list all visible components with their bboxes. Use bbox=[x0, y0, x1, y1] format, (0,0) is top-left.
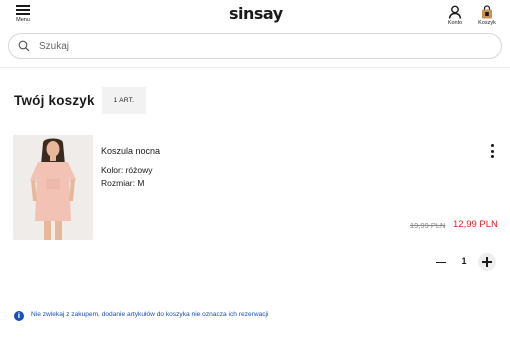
decrease-quantity-button[interactable] bbox=[434, 255, 448, 269]
minus-icon bbox=[436, 261, 446, 263]
top-header: Menu sinsay Konto Koszyk bbox=[0, 0, 510, 32]
quantity-value: 1 bbox=[461, 256, 467, 266]
cart-button[interactable]: Koszyk bbox=[474, 5, 500, 26]
product-name[interactable]: Koszula nocna bbox=[101, 146, 160, 156]
reservation-info-message: Nie zwlekaj z zakupem, dodanie artykułów… bbox=[31, 311, 269, 318]
cart-label: Koszyk bbox=[478, 20, 496, 26]
original-price: 19,99 PLN bbox=[410, 221, 446, 230]
product-size: Rozmiar: M bbox=[101, 178, 145, 188]
search-input[interactable] bbox=[39, 38, 479, 54]
sinsay-logo[interactable]: sinsay bbox=[229, 4, 283, 23]
product-image[interactable] bbox=[13, 135, 93, 240]
more-options-button[interactable] bbox=[486, 143, 498, 159]
shopping-bag-icon bbox=[482, 5, 492, 19]
header-divider bbox=[0, 67, 510, 68]
sale-price: 12,99 PLN bbox=[453, 219, 498, 230]
kebab-menu-icon bbox=[490, 144, 494, 147]
cart-title: Twój koszyk bbox=[14, 93, 95, 108]
search-bar[interactable] bbox=[8, 33, 502, 59]
menu-label: Menu bbox=[16, 17, 30, 23]
info-icon: i bbox=[14, 311, 24, 321]
increase-quantity-button[interactable] bbox=[478, 253, 496, 271]
search-icon bbox=[18, 40, 30, 52]
product-color: Kolor: różowy bbox=[101, 165, 153, 175]
menu-button[interactable]: Menu bbox=[12, 5, 34, 23]
account-label: Konto bbox=[447, 20, 463, 26]
user-icon bbox=[448, 5, 462, 19]
account-button[interactable]: Konto bbox=[444, 5, 466, 26]
hamburger-icon bbox=[16, 5, 30, 15]
cart-count-badge: 1 ART. bbox=[102, 87, 146, 114]
product-photo-illustration bbox=[13, 135, 93, 240]
